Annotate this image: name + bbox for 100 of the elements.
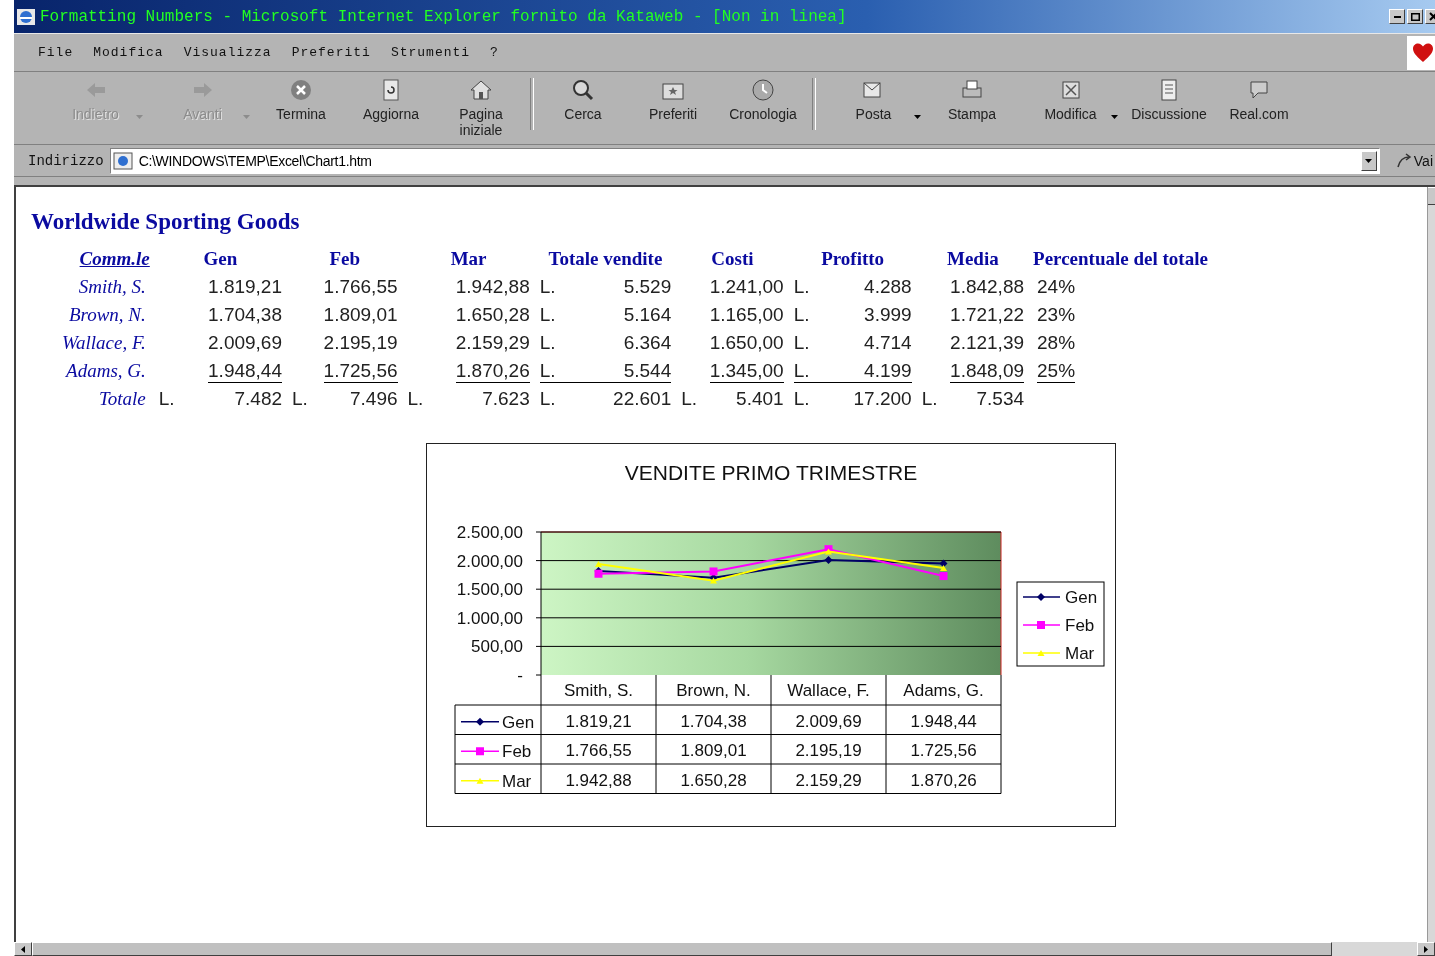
currency-label: L. [793,276,810,298]
minimize-icon [1393,15,1401,18]
table-cell: 1.948,44 [910,711,977,731]
cell-value: 1.842,88 [950,276,1025,298]
cell-value: 1.819,21 [208,276,282,298]
row-label: Wallace, F. [60,331,147,355]
cell-value: 1.241,00 [709,276,784,298]
column-header: Totale vendite [547,247,664,271]
cell-value: 3.999 [864,304,912,326]
maximize-button[interactable] [1407,9,1423,24]
menu-item[interactable]: File [38,45,74,60]
row-label: Smith, S. [77,275,147,299]
cell-value: 1.345,00 [709,359,784,383]
cell-value: 5.164 [623,304,672,326]
scrollbar-thumb[interactable] [32,942,1332,956]
toolbar-button[interactable]: Pagina iniziale [436,78,526,138]
menu-item[interactable]: Strumenti [390,45,471,60]
arrow-icon [1395,152,1412,169]
toolbar-button[interactable]: Modifica [1017,78,1124,122]
cell-value: 1.165,00 [709,304,784,326]
axis-tick-label: 2.500,00 [456,523,523,542]
series-label: Feb [502,742,532,762]
minimize-button[interactable] [1389,9,1405,24]
table-cell: 2.159,29 [795,770,862,790]
toolbar-button[interactable]: Preferiti [628,78,718,122]
column-header: Costi [710,247,755,271]
scroll-right-button[interactable] [1417,942,1435,956]
cell-value: 7.623 [482,388,530,410]
menu-item[interactable]: Preferiti [291,45,371,60]
toolbar-button[interactable]: Cronologia [718,78,808,122]
legend-key [1022,621,1061,629]
table-cell: 1.725,56 [910,741,977,761]
cell-value: 28% [1037,332,1076,354]
table-cell: 1.942,88 [565,770,632,790]
cell-value: 1.766,55 [323,276,398,298]
currency-label: L. [539,388,556,410]
cell-value: 5.544 [623,359,672,382]
scroll-left-button[interactable] [14,942,32,956]
column-header: Percentuale del totale [1032,247,1209,271]
data-point [709,567,718,576]
currency-label: L. [158,388,175,410]
browser-icon [16,6,36,27]
caret-icon [1424,945,1428,953]
cell-value: 2.009,69 [208,332,282,354]
axis-tick-label: 1.500,00 [456,580,523,600]
currency-label: L. [793,304,810,326]
toolbar-button[interactable]: Posta [820,78,927,122]
data-point [939,572,948,581]
table-cell: 1.819,21 [565,711,632,731]
axis-tick-label: - [517,666,523,685]
axis-tick-label: 500,00 [471,637,523,657]
toolbar-button[interactable]: Termina [256,78,346,122]
cell-value: 1.848,09 [950,359,1025,383]
currency-label: L. [793,388,810,410]
currency-label: L. [681,388,698,410]
go-button[interactable]: Vai [1385,152,1435,169]
data-point [939,559,948,568]
table-cell: 2.195,19 [795,741,862,761]
menu-item[interactable]: ? [490,45,499,60]
legend-label: Gen [1065,588,1098,607]
window-title: Formatting Numbers - Microsoft Internet Explorer fornito da Kataweb - [Non in linea] [40,7,848,26]
dropdown-button[interactable] [1360,150,1377,171]
cell-value: 2.121,39 [950,332,1025,354]
toolbar-button[interactable]: Aggiorna [346,78,436,122]
caret-icon [914,115,921,119]
currency-label: L. [793,359,810,382]
cell-value: 2.159,29 [455,332,530,354]
caret-icon [21,945,25,953]
category-label: Smith, S. [564,681,633,700]
toolbar-button[interactable]: Cerca [538,78,628,122]
caret-icon [1111,115,1118,119]
history-icon [751,78,775,102]
restore-icon [1410,12,1420,21]
category-label: Wallace, F. [787,681,870,700]
column-header: Media [945,247,1000,271]
cell-value: 1.721,22 [950,304,1025,326]
address-field[interactable]: C:\WINDOWS\TEMP\Excel\Chart1.htm [109,147,1380,174]
cell-value: 22.601 [613,388,672,410]
cell-value: 7.482 [234,388,282,410]
page-icon [112,151,133,170]
toolbar-button[interactable]: Real.com [1214,78,1304,122]
chart-title: VENDITE PRIMO TRIMESTRE [624,461,918,484]
row-label: Adams, G. [64,359,147,383]
cell-value: 1.870,26 [455,359,530,383]
table-cell: 1.766,55 [565,741,632,761]
cell-value: 1.704,38 [208,304,282,326]
axis-tick-label: 2.000,00 [456,551,523,571]
toolbar-button[interactable]: Stampa [927,78,1017,122]
column-header: Comm.le [78,247,151,271]
currency-label: L. [793,332,810,354]
table-cell: 1.650,28 [680,770,747,790]
page-heading: Worldwide Sporting Goods [31,209,301,235]
cell-value: 1.809,01 [323,304,398,326]
toolbar-button[interactable]: Discussione [1124,78,1214,122]
cell-value: 4.714 [864,332,912,354]
menu-item[interactable]: Modifica [93,45,164,60]
menu-item[interactable]: Visualizza [183,45,272,60]
cell-value: 4.288 [864,276,912,298]
caret-icon [136,115,143,119]
cell-value: 25% [1037,359,1076,383]
